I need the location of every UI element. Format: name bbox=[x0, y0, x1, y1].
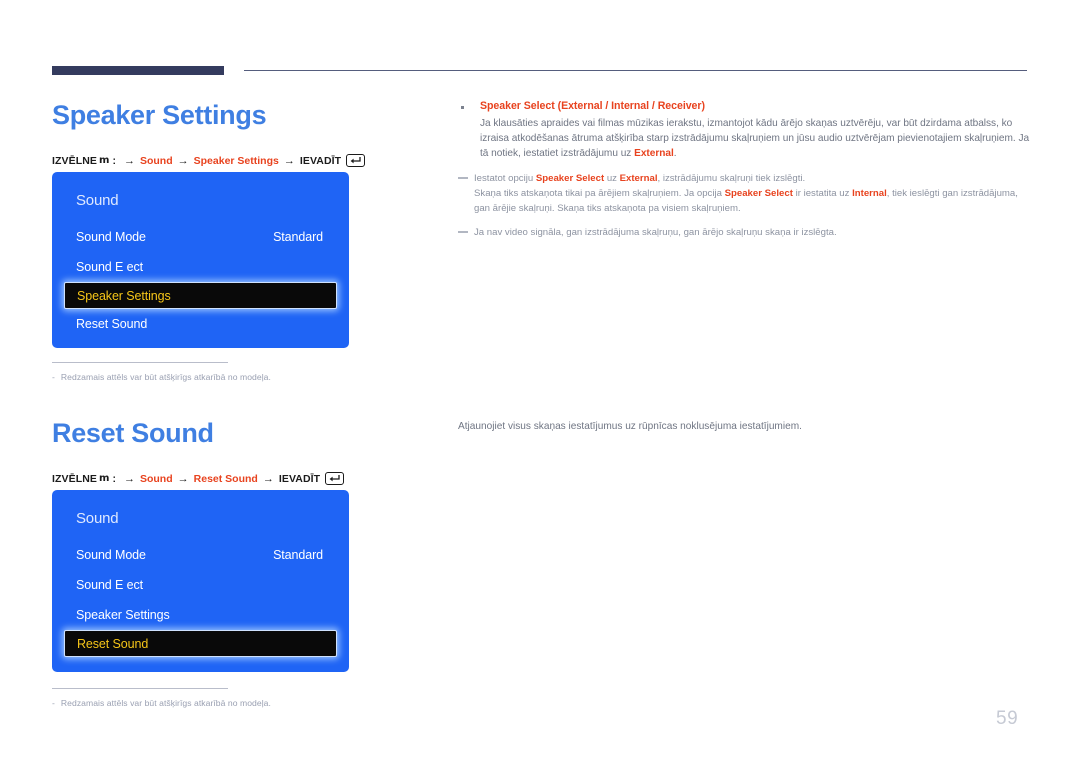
breadcrumb-menu-label: IZVĒLNE bbox=[52, 472, 98, 485]
bullet-icon bbox=[461, 106, 464, 109]
osd-row-label: Sound E ect bbox=[76, 578, 144, 592]
breadcrumb-arrow-icon: → bbox=[177, 472, 189, 485]
figure-note-2: - Redzamais attēls var būt atšķirīgs atka… bbox=[52, 688, 352, 708]
osd-row-list: Sound Mode Standard Sound E ect Speaker … bbox=[52, 540, 349, 657]
osd-row-label: Sound E ect bbox=[76, 260, 144, 274]
right-column: Speaker Select (External / Internal / Re… bbox=[458, 100, 1030, 240]
osd-row-speaker-settings[interactable]: Speaker Settings bbox=[64, 282, 337, 309]
note-text: Ja nav video signāla, gan izstrādājuma s… bbox=[474, 226, 837, 238]
osd-row-label: Sound Mode bbox=[76, 230, 146, 244]
breadcrumb-menu-label: IZVĒLNE bbox=[52, 154, 98, 167]
note-text: Iestatot opciju Speaker Select uz Extern… bbox=[474, 172, 1018, 214]
breadcrumb-path-0: Sound bbox=[139, 154, 173, 167]
header-rule-line bbox=[244, 70, 1027, 71]
osd-row-speaker-settings[interactable]: Speaker Settings bbox=[52, 600, 349, 630]
breadcrumb-path-1: Reset Sound bbox=[193, 472, 258, 485]
menu-icon: m bbox=[99, 155, 110, 166]
breadcrumb-path-1: Speaker Settings bbox=[193, 154, 279, 167]
osd-row-label: Reset Sound bbox=[77, 636, 149, 651]
note-dash-icon bbox=[458, 230, 468, 234]
osd-row-reset-sound[interactable]: Reset Sound bbox=[64, 630, 337, 657]
osd-row-label: Sound Mode bbox=[76, 548, 146, 562]
header-rule-accent bbox=[52, 66, 224, 75]
reset-sound-description: Atjaunojiet visus skaņas iestatījumus uz… bbox=[458, 421, 802, 432]
osd-row-value: Standard bbox=[273, 230, 323, 244]
osd-row-label: Reset Sound bbox=[76, 317, 148, 331]
page-number: 59 bbox=[996, 708, 1019, 729]
breadcrumb-speaker-settings: IZVĒLNE m : → Sound → Speaker Settings →… bbox=[52, 154, 366, 167]
speaker-select-title: Speaker Select (External / Internal / Re… bbox=[480, 100, 1030, 112]
figure-note-dash: - bbox=[52, 372, 55, 382]
breadcrumb-arrow-icon: → bbox=[123, 154, 135, 167]
figure-note-body: Redzamais attēls var būt atšķirīgs atkar… bbox=[60, 698, 271, 708]
note-dash-icon bbox=[458, 176, 468, 180]
osd-row-sound-effect[interactable]: Sound E ect bbox=[52, 252, 349, 282]
manual-page: Speaker Settings IZVĒLNE m : → Sound → S… bbox=[0, 0, 1080, 763]
speaker-select-bullet: Speaker Select (External / Internal / Re… bbox=[458, 100, 1030, 162]
menu-icon: m bbox=[99, 473, 110, 484]
figure-note-text: - Redzamais attēls var būt atšķirīgs atka… bbox=[52, 698, 352, 708]
breadcrumb-arrow-icon: → bbox=[123, 472, 135, 485]
section-heading-reset-sound: Reset Sound bbox=[52, 418, 214, 448]
osd-row-sound-mode[interactable]: Sound Mode Standard bbox=[52, 540, 349, 570]
figure-note-1: - Redzamais attēls var būt atšķirīgs atka… bbox=[52, 362, 352, 382]
osd-menu-reset-sound: Sound Sound Mode Standard Sound E ect Sp… bbox=[52, 490, 349, 672]
breadcrumb-arrow-icon: → bbox=[283, 154, 295, 167]
enter-key-icon bbox=[325, 472, 345, 485]
figure-note-divider bbox=[52, 362, 228, 363]
figure-note-dash: - bbox=[52, 698, 55, 708]
osd-row-label: Speaker Settings bbox=[76, 608, 170, 622]
osd-title: Sound bbox=[76, 192, 119, 209]
figure-note-body: Redzamais attēls var būt atšķirīgs atkar… bbox=[60, 372, 271, 382]
osd-row-sound-effect[interactable]: Sound E ect bbox=[52, 570, 349, 600]
osd-row-sound-mode[interactable]: Sound Mode Standard bbox=[52, 222, 349, 252]
osd-row-label: Speaker Settings bbox=[77, 288, 171, 303]
speaker-select-name: Speaker Select bbox=[480, 100, 555, 112]
breadcrumb-colon: : bbox=[112, 154, 116, 167]
figure-note-divider bbox=[52, 688, 228, 689]
enter-key-icon bbox=[346, 154, 366, 167]
speaker-select-options: (External / Internal / Receiver) bbox=[557, 100, 705, 112]
header-rule bbox=[52, 66, 1027, 76]
breadcrumb-arrow-icon: → bbox=[262, 472, 274, 485]
breadcrumb-enter-label: IEVADĪT bbox=[299, 154, 342, 167]
osd-row-reset-sound[interactable]: Reset Sound bbox=[52, 309, 349, 339]
section-heading-speaker-settings: Speaker Settings bbox=[52, 100, 267, 130]
figure-note-text: - Redzamais attēls var būt atšķirīgs atka… bbox=[52, 372, 352, 382]
osd-row-value: Standard bbox=[273, 548, 323, 562]
osd-row-list: Sound Mode Standard Sound E ect Speaker … bbox=[52, 222, 349, 339]
breadcrumb-path-0: Sound bbox=[139, 472, 173, 485]
breadcrumb-enter-label: IEVADĪT bbox=[278, 472, 321, 485]
speaker-select-paragraph: Ja klausāties apraides vai filmas mūzika… bbox=[480, 118, 1030, 160]
breadcrumb-arrow-icon: → bbox=[177, 154, 189, 167]
osd-menu-speaker-settings: Sound Sound Mode Standard Sound E ect Sp… bbox=[52, 172, 349, 348]
breadcrumb-colon: : bbox=[112, 472, 116, 485]
note-item-2: Ja nav video signāla, gan izstrādājuma s… bbox=[458, 225, 1030, 240]
note-item-1: Iestatot opciju Speaker Select uz Extern… bbox=[458, 171, 1030, 216]
osd-title: Sound bbox=[76, 510, 119, 527]
breadcrumb-reset-sound: IZVĒLNE m : → Sound → Reset Sound → IEVA… bbox=[52, 472, 345, 485]
